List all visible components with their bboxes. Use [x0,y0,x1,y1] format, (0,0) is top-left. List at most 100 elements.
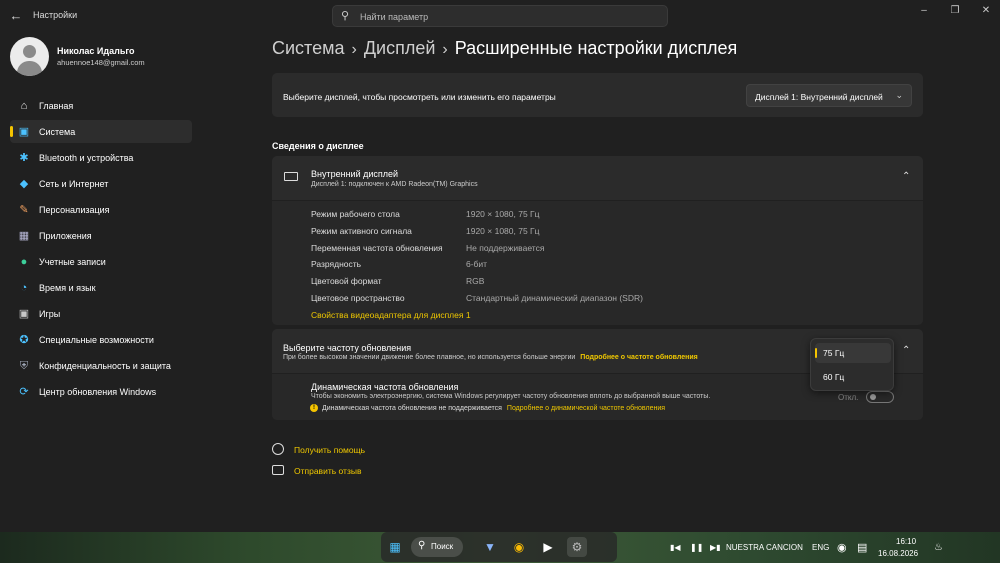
search-input[interactable]: ⚲ Найти параметр [332,5,668,27]
breadcrumb: Система › Дисплей › Расширенные настройки ди… [272,38,738,59]
globe-icon[interactable]: ◉ [837,541,847,554]
next-track-icon[interactable]: ▶▮ [710,543,721,552]
info-value: Не поддерживается [466,243,545,253]
system-icon: ▣ [18,126,30,138]
chevron-up-icon[interactable]: ⌃ [902,171,910,182]
start-icon[interactable]: ▦ [385,537,405,557]
sidebar-item-label: Время и язык [39,283,96,293]
vpn-app-icon[interactable]: ▼ [480,537,500,557]
sidebar-item-label: Персонализация [39,205,110,215]
sidebar-item-label: Главная [39,101,74,111]
minimize-icon[interactable]: – [917,4,931,18]
sidebar-item-label: Приложения [39,231,92,241]
active-indicator [10,126,13,137]
chevron-up-icon[interactable]: ⌃ [902,345,910,356]
sidebar-item-privacy[interactable]: ⛨ Конфиденциальность и защита [10,354,192,377]
sidebar-item-home[interactable]: ⌂ Главная [10,94,192,117]
profile-name: Николас Идальго [57,46,135,56]
selected-indicator [815,348,817,358]
settings-gear-icon[interactable]: ⚙ [567,537,587,557]
display-info-header[interactable]: Внутренний дисплей Дисплей 1: подключен … [272,156,923,200]
prev-track-icon[interactable]: ▮◀ [670,543,681,552]
taskbar-center: ▦ ⚲ Поиск ▼ ◉ ▶ ⚙ [381,532,617,562]
sidebar-item-accessibility[interactable]: ✪ Специальные возможности [10,328,192,351]
apps-icon: ▦ [18,230,30,242]
display-subtitle: Дисплей 1: подключен к AMD Radeon(TM) Gr… [311,181,478,188]
wifi-icon: ◆ [19,178,29,190]
clock-time[interactable]: 16:10 [896,537,916,546]
sidebar-item-personalization[interactable]: ✎ Персонализация [10,198,192,221]
info-key: Разрядность [311,259,362,269]
taskbar-search-label: Поиск [431,542,454,551]
info-value: Стандартный динамический диапазон (SDR) [466,293,643,303]
sidebar-item-label: Конфиденциальность и защита [39,361,171,371]
battery-icon[interactable]: ▤ [857,541,867,554]
search-icon: ⚲ [418,540,426,551]
get-help-link[interactable]: Получить помощь [294,445,365,455]
info-key: Цветовое пространство [311,293,405,303]
settings-window: ← Настройки ⚲ Найти параметр – ❐ ✕ Никол… [0,0,1000,532]
sidebar-nav: ⌂ Главная ▣ Система ✱ Bluetooth и устрой… [10,94,192,406]
sidebar-item-games[interactable]: ▣ Игры [10,302,192,325]
refresh-option-60[interactable]: 60 Гц [815,367,891,387]
info-value: 1920 × 1080, 75 Гц [466,209,540,219]
feedback-icon [272,465,284,475]
send-feedback-link[interactable]: Отправить отзыв [294,466,361,476]
brush-icon: ✎ [19,204,29,216]
clock-date[interactable]: 16.08.2026 [878,549,918,558]
monitor-icon [284,172,298,181]
info-key: Цветовой формат [311,276,382,286]
sidebar-item-label: Bluetooth и устройства [39,153,134,163]
sidebar-item-time[interactable]: ◔ Время и язык [10,276,192,299]
sidebar-item-network[interactable]: ◆ Сеть и Интернет [10,172,192,195]
info-key: Переменная частота обновления [311,243,443,253]
sidebar-item-label: Сеть и Интернет [39,179,109,189]
dynamic-refresh-title: Динамическая частота обновления [311,382,459,392]
accessibility-icon: ✪ [19,334,29,346]
sidebar-item-label: Система [39,127,76,137]
avatar [10,37,49,76]
back-arrow-icon[interactable]: ← [8,8,24,24]
option-label: 60 Гц [823,372,845,382]
display-select-value: Дисплей 1: Внутренний дисплей [755,92,883,102]
sidebar-item-apps[interactable]: ▦ Приложения [10,224,192,247]
taskbar-search[interactable]: ⚲ Поиск [411,537,463,557]
section-title: Сведения о дисплее [272,141,364,151]
system-tray: ▮◀ ❚❚ ▶▮ NUESTRA CANCION ENG ◉ ▤ 16:10 1… [660,532,1000,563]
search-icon: ⚲ [341,10,350,22]
media-player-icon[interactable]: ▶ [538,537,558,557]
warning-icon: ! [310,404,318,412]
maximize-icon[interactable]: ❐ [948,4,962,18]
app-title: Настройки [33,10,78,20]
home-icon: ⌂ [20,100,28,112]
sidebar-item-windows-update[interactable]: ⟳ Центр обновления Windows [10,380,192,403]
sidebar-item-accounts[interactable]: ● Учетные записи [10,250,192,273]
display-select[interactable]: Дисплей 1: Внутренний дисплей ⌄ [746,84,912,107]
dynamic-refresh-desc: Чтобы экономить электроэнергию, система … [311,393,711,400]
display-title: Внутренний дисплей [311,169,399,179]
refresh-rate-desc: При более высоком значении движение боле… [283,354,576,361]
dynamic-refresh-link[interactable]: Подробнее о динамической частоте обновле… [507,405,665,412]
sidebar-item-bluetooth[interactable]: ✱ Bluetooth и устройства [10,146,192,169]
page-title: Расширенные настройки дисплея [454,38,738,58]
sidebar-item-system[interactable]: ▣ Система [10,120,192,143]
user-profile[interactable]: Николас Идальго ahuennoe148@gmail.com [10,37,200,77]
breadcrumb-display[interactable]: Дисплей [364,38,436,59]
language-indicator[interactable]: ENG [812,543,829,552]
dynamic-refresh-toggle[interactable] [866,391,894,403]
refresh-rate-title: Выберите частоту обновления [283,343,412,353]
update-icon: ⟳ [19,386,29,398]
display-info-body [272,201,923,325]
refresh-rate-link[interactable]: Подробнее о частоте обновления [580,354,697,361]
close-icon[interactable]: ✕ [979,4,993,18]
notification-bell-icon[interactable]: ♨ [934,542,943,553]
adapter-properties-link[interactable]: Свойства видеоадаптера для дисплея 1 [311,310,471,320]
toggle-label: Откл. [838,393,859,402]
info-value: RGB [466,276,485,286]
chrome-icon[interactable]: ◉ [509,537,529,557]
refresh-option-75[interactable]: 75 Гц [815,343,891,363]
shield-icon: ⛨ [19,360,29,372]
breadcrumb-system[interactable]: Система [272,38,345,59]
chevron-down-icon: ⌄ [895,90,903,100]
pause-icon[interactable]: ❚❚ [690,543,703,552]
